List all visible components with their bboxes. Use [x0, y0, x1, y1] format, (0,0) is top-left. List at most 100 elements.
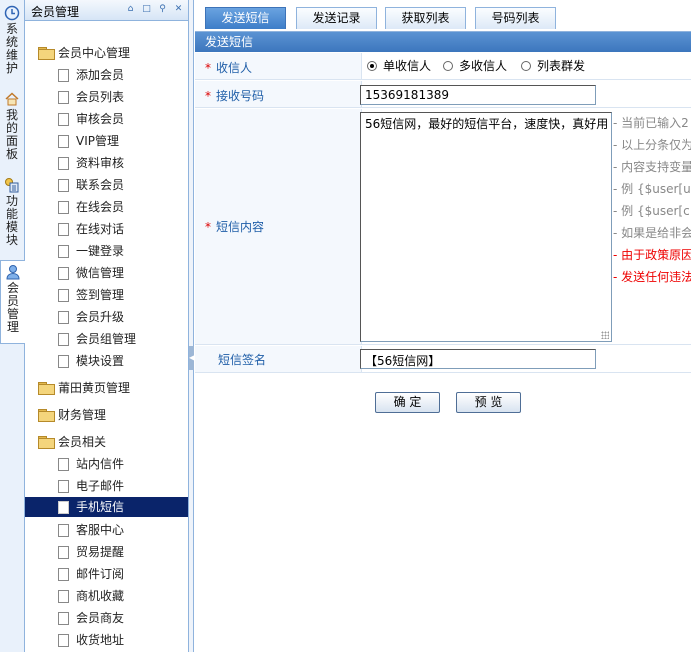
tree-item-review-member[interactable]: 审核会员 [58, 109, 188, 129]
page-icon [58, 201, 69, 214]
vtab-label: 会员管理 [7, 281, 20, 334]
recipient-label-text: 收信人 [216, 61, 253, 75]
tree-item-label: 手机短信 [76, 500, 125, 514]
vtab-system[interactable]: 系统维护 [0, 2, 24, 84]
tree-item-add-member[interactable]: 添加会员 [58, 65, 188, 85]
tree-group-label: 财务管理 [58, 408, 107, 422]
tree-item-checkin[interactable]: 签到管理 [58, 285, 188, 305]
tree-item-wechat[interactable]: 微信管理 [58, 263, 188, 283]
tree-item-contact-member[interactable]: 联系会员 [58, 175, 188, 195]
resize-grip-icon[interactable] [601, 331, 609, 339]
tree-item-label: 在线会员 [76, 200, 125, 214]
tree-item-member-friends[interactable]: 会员商友 [58, 608, 188, 628]
tree-item-label: 添加会员 [76, 68, 125, 82]
tree-group-label: 会员相关 [58, 435, 107, 449]
tab-send-sms[interactable]: 发送短信 [205, 7, 286, 29]
page-icon [58, 223, 69, 236]
tree-item-label: 商机收藏 [76, 589, 125, 603]
vtab-label: 我的面板 [6, 108, 19, 161]
signature-label: 短信签名 [218, 353, 267, 367]
tree-item-label: 收货地址 [76, 633, 125, 647]
tree-item-favorites[interactable]: 商机收藏 [58, 586, 188, 606]
tree-item-label: 在线对话 [76, 222, 125, 236]
page-icon [58, 267, 69, 280]
tree-item-label: VIP管理 [76, 134, 119, 148]
hint-line: - 例 {$user[u [613, 182, 691, 196]
tree-item-sms[interactable]: 手机短信 [25, 497, 188, 517]
warning-line: - 发送任何违法 [613, 270, 691, 284]
tree-group-member-related[interactable]: 会员相关 [38, 432, 106, 452]
recipient-row: * 收信人 单收信人 多收信人 列表群发 [195, 53, 691, 80]
tree-item-member-list[interactable]: 会员列表 [58, 87, 188, 107]
tree-item-online-member[interactable]: 在线会员 [58, 197, 188, 217]
tree-item-profile-review[interactable]: 资料审核 [58, 153, 188, 173]
tab-number-list[interactable]: 号码列表 [475, 7, 556, 29]
radio-button[interactable] [521, 61, 531, 71]
radio-label: 列表群发 [537, 59, 586, 73]
panel-splitter[interactable]: ◀ [189, 0, 195, 652]
tab-fetch-list[interactable]: 获取列表 [385, 7, 466, 29]
vtab-my-panel[interactable]: 我的面板 [0, 88, 24, 170]
tree-group-yellow-pages[interactable]: 莆田黄页管理 [38, 378, 130, 398]
hint-line: - 以上分条仅为 [613, 138, 691, 152]
tree-item-vip[interactable]: VIP管理 [58, 131, 188, 151]
tree-group-label: 会员中心管理 [58, 46, 131, 60]
tree-item-online-chat[interactable]: 在线对话 [58, 219, 188, 239]
radio-single-recipient[interactable]: 单收信人 [367, 57, 431, 74]
vtab-member-management[interactable]: 会员管理 [0, 260, 25, 344]
tree-item-shipping-address[interactable]: 收货地址 [58, 630, 188, 650]
signature-input[interactable]: 【56短信网】 [360, 349, 596, 369]
tree-item-mail-subscription[interactable]: 邮件订阅 [58, 564, 188, 584]
close-icon[interactable]: ✕ [174, 5, 183, 14]
tree-item-module-settings[interactable]: 模块设置 [58, 351, 188, 371]
sms-content-textarea[interactable]: 56短信网，最好的短信平台，速度快，真好用 [360, 112, 612, 342]
module-icon [5, 178, 19, 193]
warning-line: - 由于政策原因 [613, 248, 691, 262]
tree-item-inbox[interactable]: 站内信件 [58, 454, 188, 474]
page-icon [58, 333, 69, 346]
page-icon [58, 634, 69, 647]
tree-group-finance[interactable]: 财务管理 [38, 405, 106, 425]
tree-item-one-click-login[interactable]: 一键登录 [58, 241, 188, 261]
vtab-label: 功能模块 [6, 194, 19, 247]
radio-button[interactable] [443, 61, 453, 71]
tree-group-label: 莆田黄页管理 [58, 381, 131, 395]
tab-send-records[interactable]: 发送记录 [296, 7, 377, 29]
tree-item-label: 模块设置 [76, 354, 125, 368]
home-icon[interactable]: ⌂ [126, 5, 135, 14]
restore-icon[interactable]: □ [142, 5, 151, 14]
page-icon [58, 157, 69, 170]
tree-item-trade-alert[interactable]: 贸易提醒 [58, 542, 188, 562]
tree-item-label: 会员组管理 [76, 332, 137, 346]
folder-icon [38, 47, 55, 60]
radio-list-broadcast[interactable]: 列表群发 [521, 57, 585, 74]
collapse-arrow-icon[interactable]: ◀ [189, 346, 195, 370]
vtab-modules[interactable]: 功能模块 [0, 174, 24, 256]
tree-group-member-center[interactable]: 会员中心管理 [38, 43, 130, 63]
page-icon [58, 113, 69, 126]
confirm-button[interactable]: 确 定 [375, 392, 440, 413]
tree-item-member-group[interactable]: 会员组管理 [58, 329, 188, 349]
tree-item-service-center[interactable]: 客服中心 [58, 520, 188, 540]
page-icon [58, 480, 69, 493]
tree-item-upgrade[interactable]: 会员升级 [58, 307, 188, 327]
section-title: 发送短信 [195, 32, 691, 52]
tree-item-email[interactable]: 电子邮件 [58, 476, 188, 496]
page-icon [58, 458, 69, 471]
preview-button[interactable]: 预 览 [456, 392, 521, 413]
radio-multi-recipient[interactable]: 多收信人 [443, 57, 507, 74]
user-icon [6, 265, 20, 280]
search-icon[interactable]: ⚲ [158, 5, 167, 14]
page-icon [58, 91, 69, 104]
main-content: 发送短信 发送记录 获取列表 号码列表 发送短信 * 收信人 单收信人 多收信人 … [195, 0, 691, 652]
phone-number-input[interactable]: 15369181389 [360, 85, 596, 105]
tree-item-label: 联系会员 [76, 178, 125, 192]
radio-button[interactable] [367, 61, 377, 71]
tree-item-label: 一键登录 [76, 244, 125, 258]
tree-item-label: 签到管理 [76, 288, 125, 302]
page-icon [58, 289, 69, 302]
tree-item-label: 邮件订阅 [76, 567, 125, 581]
page-icon [58, 501, 69, 514]
tree-item-label: 贸易提醒 [76, 545, 125, 559]
folder-icon [38, 436, 55, 449]
